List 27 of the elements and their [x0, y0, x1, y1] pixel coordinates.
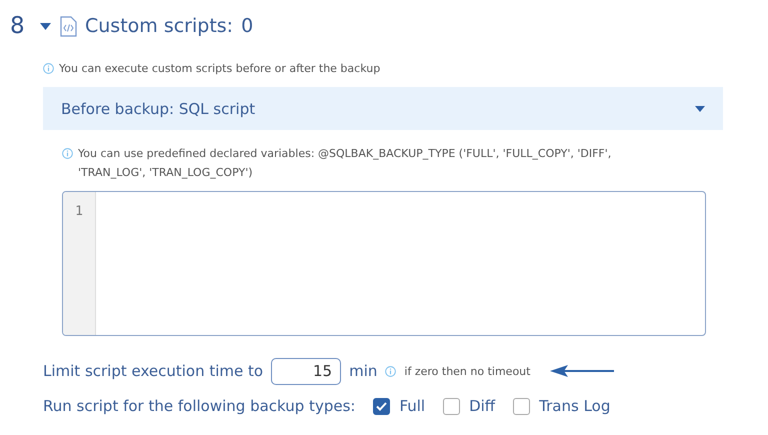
section-title: Custom scripts:	[85, 15, 234, 37]
checkbox-label: Full	[399, 397, 426, 415]
caret-icon	[695, 106, 705, 112]
info-icon	[43, 62, 54, 74]
backup-types-label: Run script for the following backup types:	[43, 397, 356, 415]
code-file-icon	[60, 16, 77, 36]
script-count: 0	[241, 15, 254, 37]
line-number: 1	[75, 204, 83, 219]
info-text: You can execute custom scripts before or after the backup	[59, 62, 380, 74]
checkbox[interactable]	[443, 398, 460, 414]
checkmark-icon	[376, 402, 388, 410]
checkbox-label: Diff	[469, 397, 496, 415]
script-type-dropdown[interactable]: Before backup: SQL script	[43, 87, 723, 130]
hint-text: You can use predefined declared variables: @SQLBAK_BACKUP_TYPE ('FULL', 'FULL_COPY', 'DIFF', 'TRAN_LOG', 'TRAN_LOG_COPY')	[78, 146, 612, 181]
unit-label: min	[349, 362, 378, 380]
checkbox[interactable]	[513, 398, 530, 414]
arrow-icon	[550, 365, 614, 377]
info-icon	[385, 366, 396, 376]
code-editor[interactable]: 1	[62, 191, 706, 336]
limit-label: Limit script execution time to	[43, 362, 264, 380]
timeout-note: if zero then no timeout	[404, 364, 530, 378]
checkbox[interactable]	[373, 398, 390, 414]
step-number: 8	[10, 13, 26, 39]
info-icon	[62, 148, 73, 159]
timeout-field[interactable]: 15	[271, 358, 342, 384]
caret-icon[interactable]	[40, 22, 51, 30]
checkbox-label: Trans Log	[539, 397, 610, 415]
